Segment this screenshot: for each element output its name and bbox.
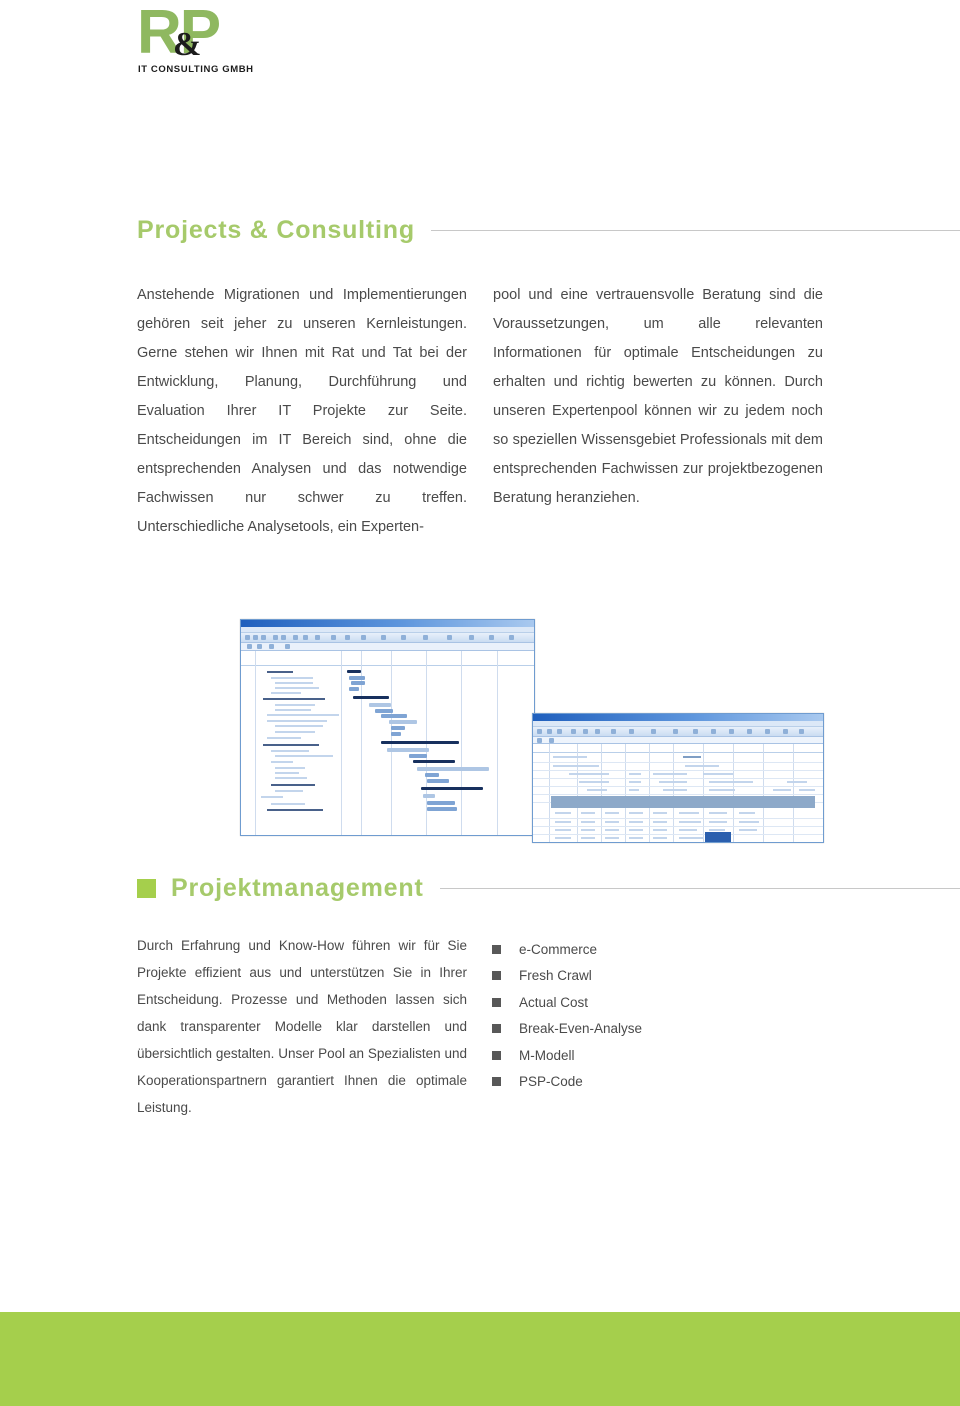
section-title: Projects & Consulting xyxy=(137,216,415,244)
section-heading-projects-consulting: Projects & Consulting xyxy=(137,216,960,245)
list-item-label: PSP-Code xyxy=(519,1074,583,1090)
heading-rule xyxy=(439,888,960,889)
heading-rule xyxy=(430,230,960,231)
square-bullet-icon xyxy=(492,997,501,1007)
square-bullet-icon xyxy=(492,944,501,954)
square-bullet-icon xyxy=(492,971,501,981)
list-item-label: Fresh Crawl xyxy=(519,968,592,984)
gantt-formatbar xyxy=(241,643,534,651)
figure-group xyxy=(0,0,960,1406)
list-item: e-Commerce xyxy=(492,936,642,963)
sheet-formulabar xyxy=(533,737,823,744)
sheet-toolbar xyxy=(533,727,823,737)
logo-subtitle: IT CONSULTING GMBH xyxy=(138,64,254,75)
paragraph-projektmanagement: Durch Erfahrung und Know-How führen wir … xyxy=(137,938,467,1115)
gantt-canvas xyxy=(241,651,534,836)
gantt-screenshot xyxy=(240,619,535,836)
gantt-menubar xyxy=(241,627,534,633)
sheet-titlebar xyxy=(533,714,823,721)
feature-bullet-list: e-Commerce Fresh Crawl Actual Cost Break… xyxy=(492,936,642,1095)
list-item-label: Actual Cost xyxy=(519,994,589,1010)
logo-ampersand-icon: & xyxy=(173,26,202,63)
list-item: PSP-Code xyxy=(492,1069,642,1096)
list-item-label: e-Commerce xyxy=(519,941,598,957)
list-item-label: M-Modell xyxy=(519,1047,575,1063)
square-bullet-icon xyxy=(492,1024,501,1034)
list-item-label: Break-Even-Analyse xyxy=(519,1021,643,1037)
sheet-canvas xyxy=(533,744,823,842)
gantt-titlebar xyxy=(241,620,534,627)
paragraph-projects-right: pool und eine vertrauensvolle Beratung s… xyxy=(493,287,823,506)
company-logo: RP & IT CONSULTING GMBH xyxy=(137,2,357,86)
list-item: Actual Cost xyxy=(492,989,642,1016)
square-bullet-icon xyxy=(492,1050,501,1060)
section-heading-projektmanagement: Projektmanagement xyxy=(137,874,960,903)
list-item: M-Modell xyxy=(492,1042,642,1069)
paragraph-projects-left: Anstehende Migrationen und Implementieru… xyxy=(137,287,467,535)
sheet-menubar xyxy=(533,721,823,727)
section-bullet-icon xyxy=(137,879,156,898)
section-title: Projektmanagement xyxy=(171,874,424,902)
footer-green-bar xyxy=(0,1312,960,1406)
list-item: Fresh Crawl xyxy=(492,963,642,990)
list-item: Break-Even-Analyse xyxy=(492,1016,642,1043)
spreadsheet-screenshot xyxy=(532,713,824,843)
square-bullet-icon xyxy=(492,1077,501,1087)
gantt-toolbar xyxy=(241,633,534,643)
logo-mark: RP & IT CONSULTING GMBH xyxy=(137,2,257,76)
gantt-statusbar xyxy=(241,835,534,836)
page-canvas: RP & IT CONSULTING GMBH Projects & Consu… xyxy=(0,0,960,1406)
